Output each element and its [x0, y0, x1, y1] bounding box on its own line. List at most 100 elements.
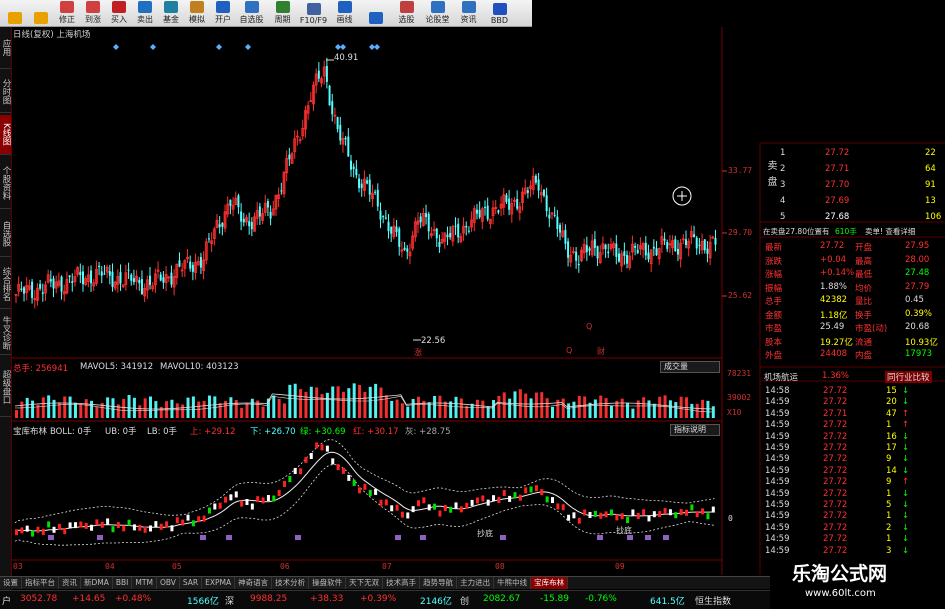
- trade-price: 27.72: [823, 465, 848, 476]
- volume-ma5: MAVOL5: 341912: [80, 362, 154, 372]
- indicator-tab-0[interactable]: 设置: [0, 577, 22, 589]
- indicator-tab-13[interactable]: 技术高手: [383, 577, 421, 589]
- candle-down: [71, 281, 74, 283]
- volume-bar: [449, 401, 453, 418]
- volume-bar: [513, 391, 517, 418]
- arrow-up-icon: ↑: [902, 420, 910, 431]
- boll-bar: [52, 526, 56, 533]
- quote-value-2: 27.95: [905, 241, 930, 251]
- candle-down: [250, 221, 253, 230]
- candle-down: [189, 261, 192, 269]
- indicator-tab-7[interactable]: SAR: [179, 577, 203, 589]
- candle-down: [685, 239, 687, 246]
- x-tick-4: 07: [382, 562, 392, 571]
- indicator-tab-12[interactable]: 天下无双: [346, 577, 384, 589]
- volume-bar: [647, 400, 651, 418]
- volume-bar: [154, 401, 158, 418]
- sell-volume: 91: [925, 180, 936, 190]
- trades-tab-1-pct: 1.36%: [822, 371, 850, 381]
- indicator-tab-1[interactable]: 指标平台: [22, 577, 59, 589]
- volume-bar: [363, 391, 367, 418]
- indicator-tabs: 设置 指标平台 资讯 新DMA BBI MTM OBV SAR EXPMA 神奇语言 技术分析 操盘软…: [0, 576, 770, 589]
- volume-bar: [390, 400, 394, 418]
- indicator-tab-8[interactable]: EXPMA: [202, 577, 236, 589]
- volume-bar: [599, 395, 603, 418]
- indicator-tab-15[interactable]: 主力进出: [457, 577, 495, 589]
- indicator-tab-5[interactable]: MTM: [132, 577, 157, 589]
- volume-total: 总手: 256941: [13, 364, 69, 374]
- quote-value: 25.49: [820, 322, 845, 332]
- boll-bar: [545, 496, 549, 503]
- arrow-down-icon: ↓: [902, 454, 910, 465]
- annotation-q1: Q: [566, 346, 573, 355]
- boll-bar: [100, 521, 104, 528]
- volume-bar: [658, 396, 662, 418]
- candle-down: [403, 247, 406, 250]
- volume-bar: [395, 399, 399, 418]
- x-tick-5: 08: [495, 562, 505, 571]
- watermark: 乐淘公式网 www.60lt.com: [770, 556, 945, 609]
- indicator-tab-9[interactable]: 神奇语言: [235, 577, 273, 589]
- candle-down: [419, 216, 422, 223]
- volume-bar: [433, 395, 437, 418]
- quote-value: +0.04: [820, 254, 847, 265]
- boll-bar: [540, 489, 544, 496]
- sell-label: 卖盘: [765, 160, 776, 192]
- indicator-tab-17[interactable]: 宝库布林: [531, 577, 569, 589]
- arrow-down-icon: ↓: [902, 488, 910, 499]
- boll-bar: [620, 513, 624, 520]
- quote-label: 股本: [765, 337, 783, 348]
- boll-bar: [609, 509, 613, 516]
- boll-bar: [352, 479, 356, 486]
- indicator-tab-2[interactable]: 资讯: [59, 577, 81, 589]
- trades-tab-2: 同行业比较: [885, 371, 932, 383]
- candle-down: [103, 273, 106, 275]
- trade-price: 27.71: [823, 408, 848, 419]
- indicator-tab-10[interactable]: 技术分析: [272, 577, 310, 589]
- boll-bar: [299, 468, 303, 475]
- boll-bar: [79, 521, 83, 528]
- quote-value: 27.72: [820, 241, 845, 251]
- indicator-tab-16[interactable]: 牛熊中线: [494, 577, 532, 589]
- arrow-down-icon: ↓: [902, 511, 910, 522]
- candle-down: [478, 209, 481, 218]
- candle-down: [350, 160, 352, 170]
- volume-bar: [572, 401, 576, 418]
- candle-down: [553, 214, 556, 216]
- candle-down: [132, 278, 135, 283]
- boll-bar: [315, 442, 319, 449]
- kline-chart[interactable]: [0, 0, 945, 609]
- indicator-tab-14[interactable]: 趋势导航: [420, 577, 458, 589]
- boll-bar: [513, 492, 517, 499]
- indicator-help-button[interactable]: 指标说明: [670, 424, 720, 436]
- arrow-down-icon: ↓: [902, 500, 910, 510]
- candle-down: [237, 195, 240, 208]
- trade-volume: 3: [886, 545, 892, 556]
- boll-bar: [561, 504, 565, 511]
- candle-down: [585, 245, 588, 253]
- volume-bar: [626, 402, 630, 418]
- volume-selector-button[interactable]: 成交量: [660, 361, 720, 373]
- boll-bar: [470, 499, 474, 506]
- indicator-tab-6[interactable]: OBV: [156, 577, 180, 589]
- volume-bar: [443, 401, 447, 418]
- boll-bar: [363, 483, 367, 490]
- boll-bar: [454, 502, 458, 509]
- indicator-tab-4[interactable]: BBI: [112, 577, 133, 589]
- quote-value: 42382: [820, 295, 848, 305]
- trade-time: 14:59: [765, 465, 790, 476]
- trade-price: 27.72: [823, 511, 848, 522]
- boll-bar: [642, 509, 646, 516]
- quote-value: 1.18亿: [820, 310, 848, 321]
- boll-bar: [690, 504, 694, 511]
- candle-down: [31, 281, 34, 298]
- sell-level: 2: [780, 164, 786, 174]
- boll-bar: [25, 525, 29, 532]
- boll-bar: [685, 509, 688, 516]
- bottom-note-2: 抄底: [616, 526, 632, 535]
- candle-down: [339, 124, 342, 141]
- quote-value-2: 27.79: [905, 281, 930, 292]
- indicator-tab-3[interactable]: 新DMA: [81, 577, 113, 589]
- indicator-tab-11[interactable]: 操盘软件: [309, 577, 347, 589]
- quote-label: 最新: [765, 243, 783, 253]
